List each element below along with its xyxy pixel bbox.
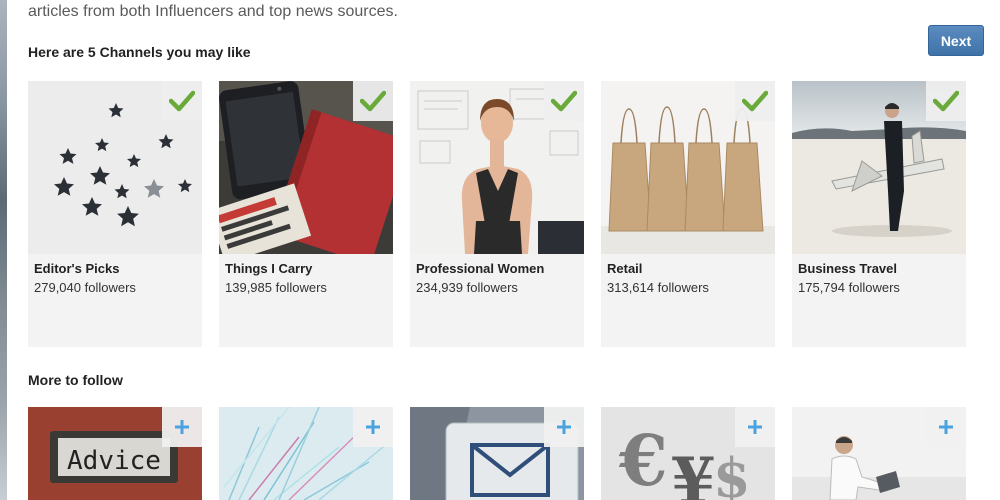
plus-icon[interactable] (162, 407, 202, 447)
next-button[interactable]: Next (928, 25, 984, 56)
more-tile-laptop[interactable] (792, 407, 966, 500)
check-icon[interactable] (926, 81, 966, 121)
channel-name: Retail (607, 261, 643, 276)
channels-section-title: Here are 5 Channels you may like (28, 44, 251, 60)
background-edge (0, 0, 7, 500)
check-icon[interactable] (353, 81, 393, 121)
more-section-title: More to follow (28, 372, 123, 388)
more-tile-currency[interactable]: € ¥ $ (601, 407, 775, 500)
more-tile-fibers[interactable] (219, 407, 393, 500)
channel-followers: 234,939 followers (416, 280, 518, 295)
more-tile-mail[interactable] (410, 407, 584, 500)
svg-text:$: $ (713, 446, 751, 500)
more-tile-advice[interactable]: Advice (28, 407, 202, 500)
plus-icon[interactable] (926, 407, 966, 447)
svg-text:€: € (618, 419, 668, 500)
plus-icon[interactable] (544, 407, 584, 447)
plus-icon[interactable] (735, 407, 775, 447)
channel-card-professional-women[interactable]: Professional Women 234,939 followers (410, 81, 584, 347)
intro-text: articles from both Influencers and top n… (28, 3, 398, 20)
channel-followers: 139,985 followers (225, 280, 327, 295)
channel-card-business-travel[interactable]: Business Travel 175,794 followers (792, 81, 966, 347)
svg-text:¥: ¥ (671, 444, 716, 500)
channel-card-retail[interactable]: Retail 313,614 followers (601, 81, 775, 347)
channel-name: Business Travel (798, 261, 897, 276)
channel-card-things-i-carry[interactable]: Things I Carry 139,985 followers (219, 81, 393, 347)
channel-followers: 279,040 followers (34, 280, 136, 295)
channel-name: Things I Carry (225, 261, 313, 276)
advice-sign-text: Advice (67, 446, 161, 476)
channel-card-editors-picks[interactable]: Editor's Picks 279,040 followers (28, 81, 202, 347)
channel-followers: 175,794 followers (798, 280, 900, 295)
check-icon[interactable] (162, 81, 202, 121)
check-icon[interactable] (735, 81, 775, 121)
channel-followers: 313,614 followers (607, 280, 709, 295)
channel-name: Professional Women (416, 261, 545, 276)
channel-name: Editor's Picks (34, 261, 120, 276)
plus-icon[interactable] (353, 407, 393, 447)
check-icon[interactable] (544, 81, 584, 121)
